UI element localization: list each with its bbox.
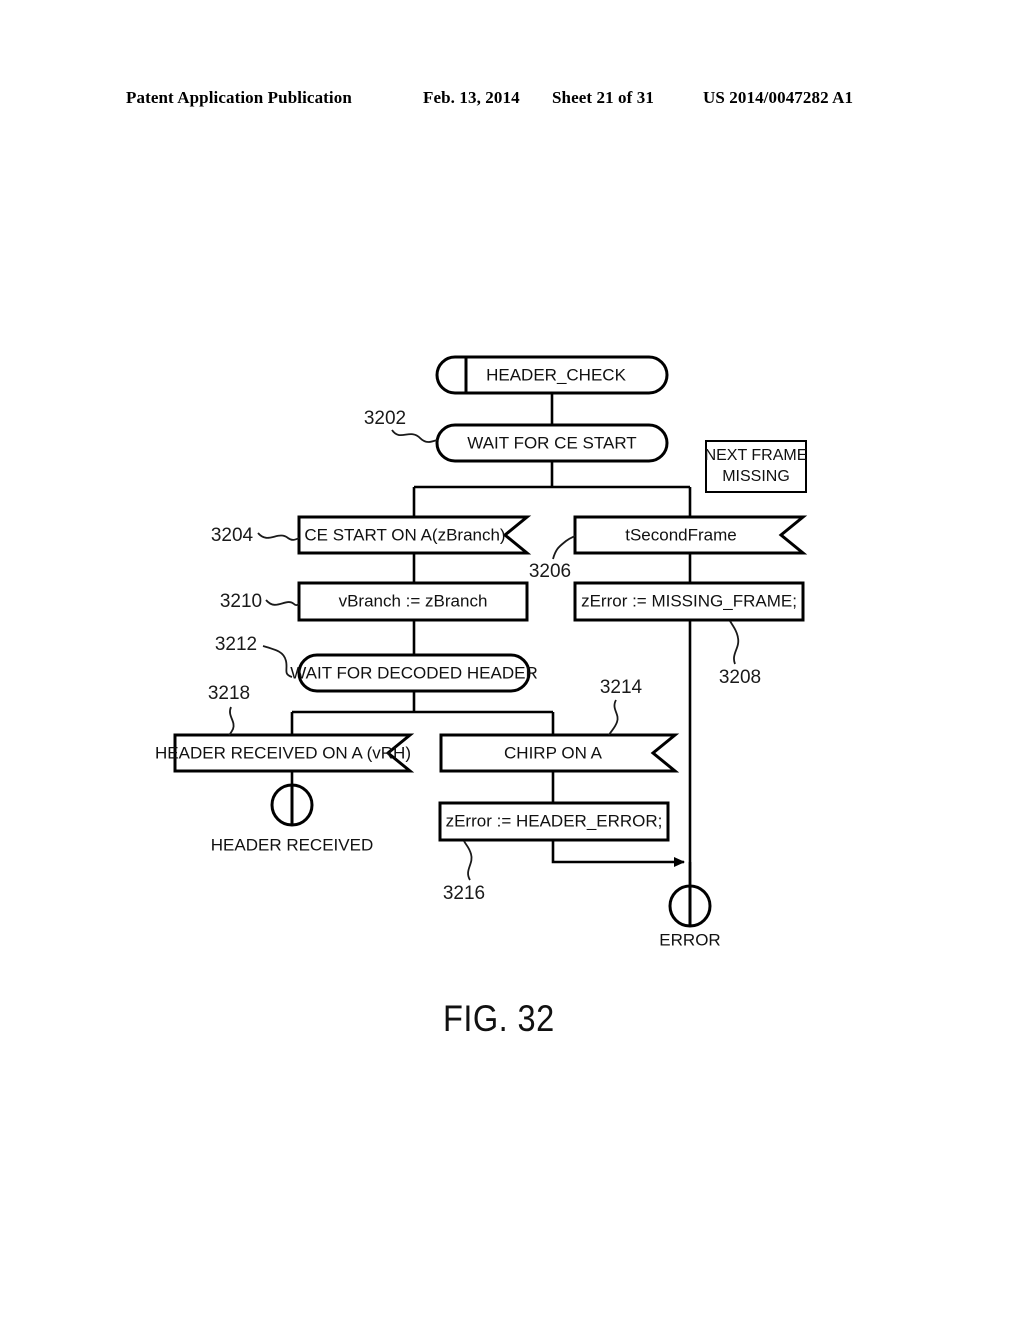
terminator-header-received[interactable]: HEADER RECEIVED: [211, 783, 373, 854]
node-chirp-on-a[interactable]: CHIRP ON A: [439, 733, 680, 773]
ref-3206: 3206: [529, 535, 576, 582]
ref-3204-label: 3204: [211, 525, 254, 546]
note-next-frame-missing-line2: MISSING: [722, 468, 790, 485]
node-ce-start-on-a-label: CE START ON A(zBranch): [304, 525, 505, 544]
node-ce-start-on-a[interactable]: CE START ON A(zBranch): [297, 515, 532, 555]
ref-3214-label: 3214: [600, 677, 643, 698]
ref-3202-label: 3202: [364, 408, 406, 429]
node-zerror-missing-frame[interactable]: zError := MISSING_FRAME;: [573, 581, 805, 622]
ref-3208: 3208: [719, 620, 761, 688]
note-next-frame-missing-line1: NEXT FRAME: [705, 447, 808, 464]
node-wait-for-decoded-header-label: WAIT FOR DECODED HEADER: [290, 663, 537, 682]
figure-caption: FIG. 32: [443, 998, 555, 1039]
node-wait-for-ce-start-label: WAIT FOR CE START: [467, 433, 636, 452]
node-header-received-on-a-label: HEADER RECEIVED ON A (vRH): [155, 743, 411, 762]
ref-3206-label: 3206: [529, 561, 571, 582]
connector-headererror-to-error-trunk: [551, 840, 685, 867]
ref-3208-label: 3208: [719, 667, 761, 688]
terminator-header-received-label: HEADER RECEIVED: [211, 835, 373, 854]
ref-3210-leader: [265, 599, 300, 607]
note-next-frame-missing: NEXT FRAME MISSING: [705, 440, 808, 493]
flowchart-canvas: HEADER_CHECK WAIT FOR CE START CE START …: [155, 355, 808, 949]
node-zerror-header-error[interactable]: zError := HEADER_ERROR;: [438, 801, 670, 842]
node-t-second-frame-label: tSecondFrame: [625, 525, 737, 544]
node-header-check[interactable]: HEADER_CHECK: [435, 355, 669, 395]
ref-3216-leader: [463, 840, 473, 881]
ref-3208-leader: [729, 620, 740, 665]
ref-3202: 3202: [364, 408, 438, 443]
ref-3204: 3204: [211, 525, 300, 546]
patent-figure-page: Patent Application Publication Feb. 13, …: [0, 0, 1024, 1320]
ref-3216-label: 3216: [443, 883, 485, 904]
figure-32-diagram: HEADER_CHECK WAIT FOR CE START CE START …: [0, 0, 1024, 1320]
ref-3210: 3210: [220, 591, 300, 612]
ref-3218-leader: [228, 706, 235, 736]
ref-3214-leader: [608, 699, 619, 736]
ref-3206-leader: [552, 535, 576, 560]
ref-3202-leader: [391, 429, 438, 443]
ref-3212: 3212: [215, 634, 293, 678]
ref-3210-label: 3210: [220, 591, 262, 612]
ref-3216: 3216: [443, 840, 485, 904]
terminator-error-label: ERROR: [659, 930, 720, 949]
ref-3212-leader: [262, 645, 293, 678]
node-header-check-label: HEADER_CHECK: [486, 365, 626, 384]
ref-3218-label: 3218: [208, 683, 250, 704]
ref-3214: 3214: [600, 677, 643, 736]
node-wait-for-ce-start[interactable]: WAIT FOR CE START: [435, 423, 669, 463]
terminator-error[interactable]: ERROR: [659, 884, 721, 949]
node-t-second-frame[interactable]: tSecondFrame: [573, 515, 808, 555]
node-vbranch-assign[interactable]: vBranch := zBranch: [297, 581, 529, 622]
ref-3212-label: 3212: [215, 634, 257, 655]
ref-3218: 3218: [208, 683, 250, 736]
node-header-received-on-a[interactable]: HEADER RECEIVED ON A (vRH): [155, 733, 415, 773]
node-wait-for-decoded-header[interactable]: WAIT FOR DECODED HEADER: [290, 653, 538, 693]
node-vbranch-assign-label: vBranch := zBranch: [339, 591, 488, 610]
node-zerror-missing-frame-label: zError := MISSING_FRAME;: [581, 591, 797, 610]
ref-3204-leader: [257, 532, 300, 541]
node-chirp-on-a-label: CHIRP ON A: [504, 743, 603, 762]
node-zerror-header-error-label: zError := HEADER_ERROR;: [446, 811, 663, 830]
